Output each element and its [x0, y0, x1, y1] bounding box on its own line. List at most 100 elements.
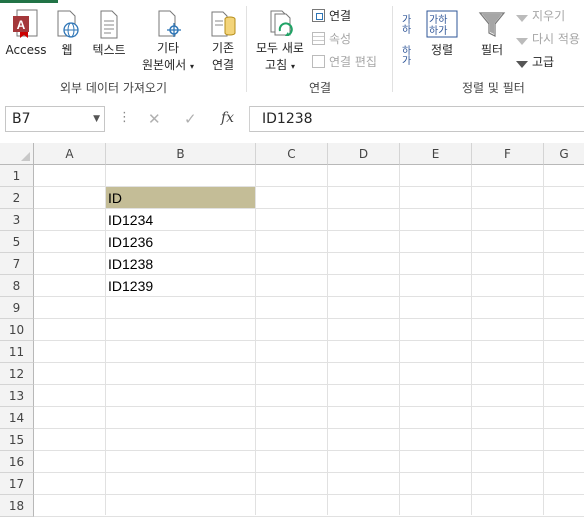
- cell-b[interactable]: [106, 319, 255, 340]
- row-header[interactable]: 9: [0, 297, 34, 319]
- group-label-connections: 연결: [309, 81, 332, 95]
- existing-connections-icon: [211, 11, 236, 37]
- existing-label-2: 연결: [211, 58, 235, 72]
- advanced-filter-icon: [516, 61, 528, 68]
- sort-button[interactable]: 가하 하가 정렬: [424, 6, 460, 59]
- row-header[interactable]: 14: [0, 407, 34, 429]
- access-icon: A: [13, 9, 38, 38]
- worksheet-grid[interactable]: A B C D E F G 1 2 ID 3 ID1234 5 ID1236 7 ID1238 8…: [0, 143, 584, 517]
- cell-b[interactable]: [106, 495, 255, 516]
- cell-b[interactable]: [106, 341, 255, 362]
- row-header[interactable]: 5: [0, 231, 34, 253]
- clear-filter-icon: [516, 15, 528, 22]
- group-separator: [246, 6, 247, 92]
- row-header[interactable]: 15: [0, 429, 34, 451]
- other-sources-label-2-text: 원본에서: [142, 58, 187, 72]
- from-access-button[interactable]: A Access: [4, 6, 48, 59]
- row-header[interactable]: 11: [0, 341, 34, 363]
- web-globe-icon: [57, 10, 79, 38]
- row-header[interactable]: 7: [0, 253, 34, 275]
- chevron-down-icon: ▾: [290, 62, 295, 71]
- row-header[interactable]: 8: [0, 275, 34, 297]
- row-header[interactable]: 3: [0, 209, 34, 231]
- row-header[interactable]: 2: [0, 187, 34, 209]
- existing-label-1: 기존: [211, 41, 235, 55]
- existing-connections-button[interactable]: 기존 연결: [204, 6, 242, 74]
- row-header[interactable]: 1: [0, 165, 34, 187]
- cell-b[interactable]: [106, 297, 255, 318]
- cell-b[interactable]: ID1238: [106, 253, 255, 274]
- from-other-sources-button[interactable]: 기타 원본에서 ▾: [142, 6, 194, 75]
- other-sources-label-2: 원본에서 ▾: [142, 57, 194, 75]
- cell-b[interactable]: [106, 363, 255, 384]
- cell-b[interactable]: [106, 429, 255, 450]
- sort-ascending-icon: 가 하: [402, 14, 411, 36]
- cell-b[interactable]: [106, 407, 255, 428]
- column-header-g[interactable]: G: [544, 143, 584, 165]
- cell-b[interactable]: [106, 385, 255, 406]
- refresh-all-button[interactable]: 모두 새로 고침 ▾: [252, 6, 308, 75]
- confirm-entry-icon[interactable]: ✓: [184, 110, 197, 128]
- cell-b[interactable]: ID1239: [106, 275, 255, 296]
- filter-button[interactable]: 필터: [474, 6, 510, 59]
- cell-b[interactable]: ID1236: [106, 231, 255, 252]
- refresh-label-1: 모두 새로: [256, 41, 304, 55]
- column-header-a[interactable]: A: [34, 143, 106, 165]
- cell-b[interactable]: ID: [106, 187, 255, 208]
- name-box[interactable]: B7 ▼: [5, 106, 105, 132]
- cell-b[interactable]: [106, 165, 255, 186]
- svg-text:하: 하: [402, 23, 411, 34]
- clear-label: 지우기: [532, 9, 566, 23]
- connections-button[interactable]: 연결: [312, 7, 351, 25]
- cell-b[interactable]: [106, 473, 255, 494]
- connections-icon: [312, 9, 325, 22]
- column-gridline: [543, 165, 544, 515]
- edit-links-button[interactable]: 연결 편집: [312, 53, 377, 71]
- filter-funnel-icon: [478, 12, 506, 37]
- insert-function-icon[interactable]: fx: [221, 110, 234, 126]
- column-header-d[interactable]: D: [328, 143, 400, 165]
- column-header-b[interactable]: B: [106, 143, 256, 165]
- row-header[interactable]: 10: [0, 319, 34, 341]
- connections-label: 연결: [329, 9, 352, 23]
- cell-b[interactable]: [106, 451, 255, 472]
- from-web-button[interactable]: 웹: [52, 6, 82, 59]
- row-header[interactable]: 18: [0, 495, 34, 517]
- properties-label: 속성: [329, 32, 352, 46]
- chevron-down-icon[interactable]: ▼: [93, 107, 100, 131]
- formula-input[interactable]: ID1238: [250, 106, 584, 132]
- select-all-corner[interactable]: [0, 143, 34, 165]
- clear-filter-button[interactable]: 지우기: [516, 7, 565, 25]
- row-header[interactable]: 13: [0, 385, 34, 407]
- advanced-filter-button[interactable]: 고급: [516, 53, 554, 71]
- column-gridline: [255, 165, 256, 515]
- sort-descending-icon: 하 가: [402, 44, 411, 67]
- column-header-c[interactable]: C: [256, 143, 328, 165]
- row-header[interactable]: 12: [0, 363, 34, 385]
- row-header[interactable]: 16: [0, 451, 34, 473]
- name-box-value: B7: [12, 111, 31, 127]
- access-label: Access: [5, 43, 47, 57]
- advanced-label: 고급: [532, 55, 555, 69]
- reapply-label: 다시 적용: [532, 32, 580, 46]
- properties-button[interactable]: 속성: [312, 30, 351, 48]
- formula-bar-grip-icon[interactable]: ⋮: [118, 110, 131, 125]
- refresh-label-2-text: 고침: [265, 58, 288, 72]
- cell-b[interactable]: ID1234: [106, 209, 255, 230]
- group-label-sort-filter: 정렬 및 필터: [462, 81, 525, 95]
- row-header[interactable]: 17: [0, 473, 34, 495]
- svg-text:A: A: [17, 18, 26, 32]
- from-text-button[interactable]: 텍스트: [88, 6, 130, 59]
- edit-links-icon: [312, 55, 325, 68]
- column-header-e[interactable]: E: [400, 143, 472, 165]
- column-header-f[interactable]: F: [472, 143, 544, 165]
- svg-text:하가: 하가: [429, 24, 447, 37]
- sort-ascending-button[interactable]: 가 하: [401, 12, 417, 38]
- text-file-icon: [100, 10, 118, 39]
- column-gridline: [471, 165, 472, 515]
- refresh-icon: [270, 10, 293, 36]
- reapply-button[interactable]: 다시 적용: [516, 30, 580, 48]
- sort-descending-button[interactable]: 하 가: [401, 43, 417, 69]
- column-gridline: [327, 165, 328, 515]
- cancel-entry-icon[interactable]: ✕: [148, 110, 161, 128]
